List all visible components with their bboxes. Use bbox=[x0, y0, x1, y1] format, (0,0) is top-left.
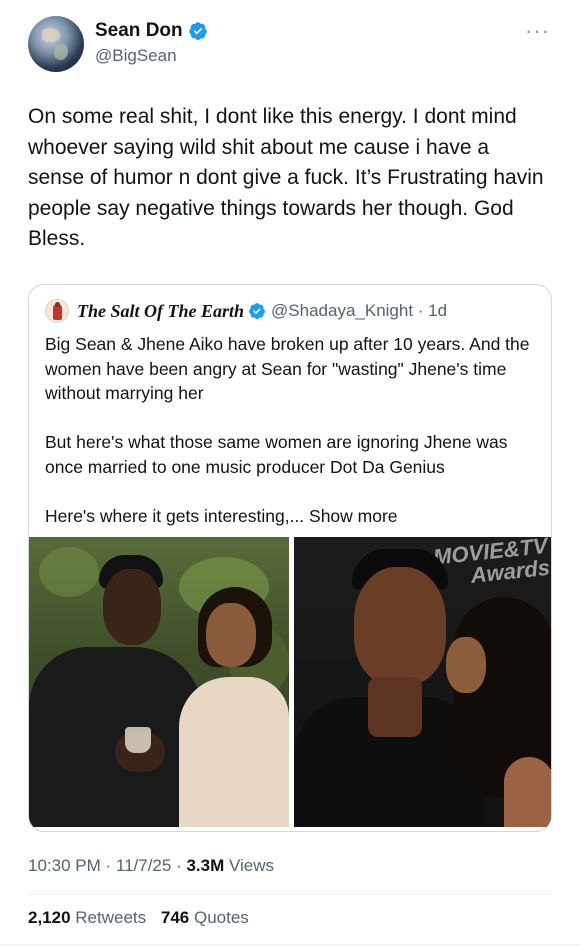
author-name-row: Sean Don bbox=[95, 20, 208, 42]
views-label: Views bbox=[228, 856, 275, 875]
quotes-stat[interactable]: 746 Quotes bbox=[161, 908, 249, 927]
quoted-author-avatar[interactable] bbox=[45, 299, 69, 323]
photo-person-woman bbox=[444, 597, 551, 827]
quoted-photo-left[interactable] bbox=[29, 537, 289, 827]
quoted-author-handle[interactable]: @Shadaya_Knight · 1d bbox=[271, 301, 447, 321]
photo-glass bbox=[125, 727, 151, 753]
tweet-date: 11/7/25 bbox=[115, 856, 172, 875]
author-display-name[interactable]: Sean Don bbox=[95, 20, 183, 42]
quoted-handle-text: @Shadaya_Knight bbox=[271, 301, 414, 320]
quoted-tweet[interactable]: The Salt Of The Earth @Shadaya_Knight · … bbox=[28, 284, 552, 832]
quoted-tweet-text: Big Sean & Jhene Aiko have broken up aft… bbox=[45, 332, 545, 528]
retweets-count: 2,120 bbox=[28, 908, 71, 927]
tweet-text: On some real shit, I dont like this ener… bbox=[28, 105, 550, 250]
avatar-earth-land bbox=[42, 28, 60, 42]
retweets-label: Retweets bbox=[75, 908, 147, 927]
author-name-block: Sean Don @BigSean bbox=[95, 20, 208, 66]
photo-person-woman bbox=[194, 587, 274, 677]
quoted-text-body: Big Sean & Jhene Aiko have broken up aft… bbox=[45, 334, 530, 526]
quotes-label: Quotes bbox=[194, 908, 249, 927]
tweet-time: 10:30 PM bbox=[28, 856, 101, 875]
views-count: 3.3M bbox=[186, 856, 225, 875]
author-avatar[interactable] bbox=[28, 16, 84, 72]
show-more-link[interactable]: Show more bbox=[309, 506, 398, 526]
quoted-tweet-header: The Salt Of The Earth @Shadaya_Knight · … bbox=[45, 299, 447, 323]
photo-person-man bbox=[87, 555, 177, 655]
avatar-figure-head bbox=[55, 302, 60, 307]
tweet-stats: 2,120 Retweets 746 Quotes bbox=[28, 908, 249, 928]
avatar-earth-land bbox=[54, 44, 68, 60]
photo-person-man-neck bbox=[368, 677, 422, 737]
quoted-photo-right[interactable]: MOVIE&TV Awards bbox=[294, 537, 551, 827]
quotes-count: 746 bbox=[160, 908, 190, 927]
quoted-time-ago: 1d bbox=[428, 301, 448, 320]
quoted-author-name[interactable]: The Salt Of The Earth bbox=[77, 301, 244, 322]
more-options-icon[interactable]: ··· bbox=[525, 20, 550, 42]
verified-badge-icon bbox=[249, 303, 266, 320]
author-handle[interactable]: @BigSean bbox=[95, 46, 208, 66]
retweets-stat[interactable]: 2,120 Retweets bbox=[28, 908, 146, 927]
divider bbox=[28, 894, 552, 895]
photo-person-man-body bbox=[29, 647, 204, 827]
verified-badge-icon bbox=[188, 22, 207, 41]
photo-person-woman-body bbox=[179, 677, 289, 827]
tweet-timestamp[interactable]: 10:30 PM · 11/7/25 · 3.3M Views bbox=[28, 856, 274, 876]
